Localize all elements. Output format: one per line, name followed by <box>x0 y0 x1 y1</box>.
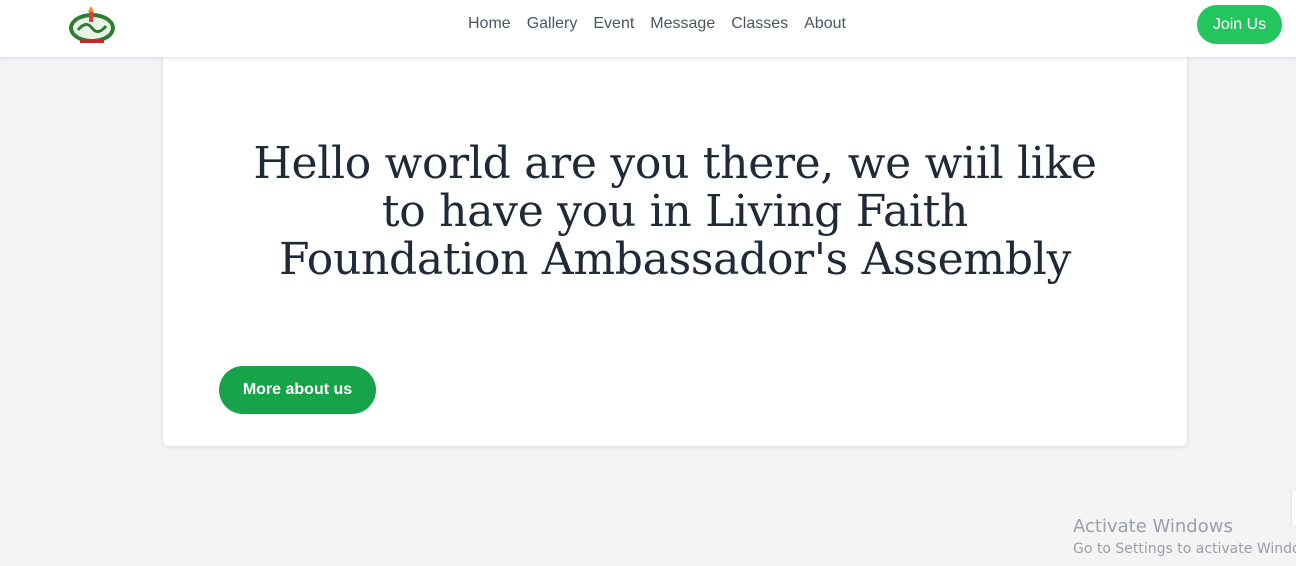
main-nav: Home Gallery Event Message Classes About <box>460 14 854 34</box>
hero-title: Hello world are you there, we wiil like … <box>163 140 1187 284</box>
hero-card: Hello world are you there, we wiil like … <box>163 40 1187 446</box>
lff-logo-icon[interactable] <box>66 6 118 46</box>
nav-link-about[interactable]: About <box>796 14 854 34</box>
watermark-subtitle: Go to Settings to activate Windows. <box>1073 541 1296 557</box>
hero-title-line: to have you in Living Faith <box>381 186 969 237</box>
more-about-us-button[interactable]: More about us <box>219 366 376 414</box>
watermark-title: Activate Windows <box>1073 516 1233 537</box>
scrollbar-edge[interactable] <box>1292 490 1296 526</box>
nav-link-message[interactable]: Message <box>642 14 723 34</box>
join-us-button[interactable]: Join Us <box>1197 5 1282 44</box>
nav-link-home[interactable]: Home <box>460 14 519 34</box>
nav-link-classes[interactable]: Classes <box>723 14 796 34</box>
hero-title-line: Hello world are you there, we wiil like <box>253 138 1097 189</box>
hero-title-line: Foundation Ambassador's Assembly <box>278 234 1072 285</box>
activate-windows-watermark: Activate Windows Go to Settings to activ… <box>1073 516 1296 558</box>
nav-link-gallery[interactable]: Gallery <box>519 14 586 34</box>
nav-link-event[interactable]: Event <box>585 14 642 34</box>
top-navbar: Home Gallery Event Message Classes About… <box>0 0 1296 57</box>
